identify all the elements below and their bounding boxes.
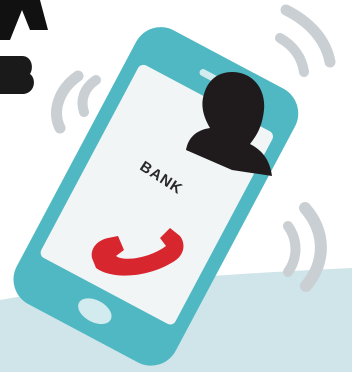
- cropped-letter-fragment: [0, 56, 34, 94]
- illustration: BANK: [0, 0, 352, 372]
- cropped-graphic-fragment: [0, 0, 48, 40]
